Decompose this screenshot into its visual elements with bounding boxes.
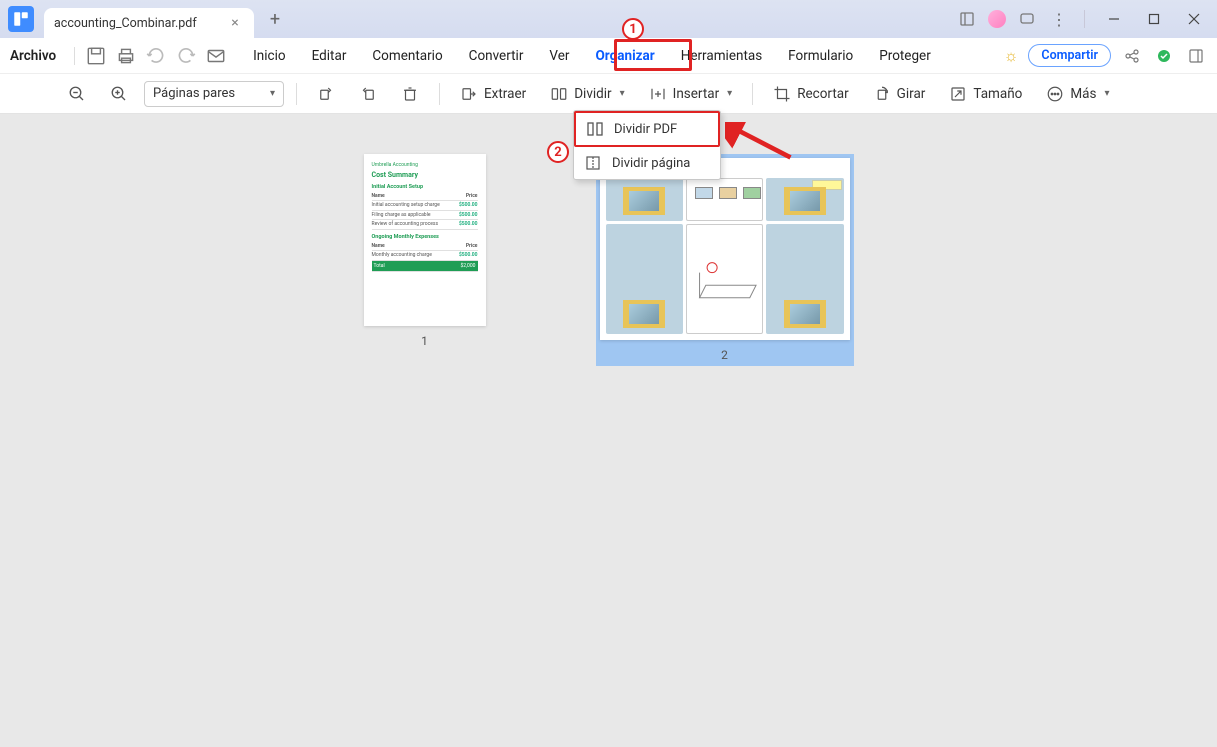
page-number-1: 1 bbox=[421, 334, 428, 348]
panel-icon[interactable] bbox=[956, 8, 978, 30]
size-button[interactable]: Tamaño bbox=[941, 81, 1030, 107]
kebab-icon[interactable]: ⋮ bbox=[1048, 8, 1070, 30]
minimize-button[interactable] bbox=[1099, 5, 1129, 33]
chat-icon[interactable] bbox=[1016, 8, 1038, 30]
rotate-left-button[interactable] bbox=[309, 81, 343, 107]
close-window-button[interactable] bbox=[1179, 5, 1209, 33]
more-button[interactable]: Más▾ bbox=[1038, 81, 1117, 107]
avatar-icon[interactable] bbox=[988, 10, 1006, 28]
annotation-arrow bbox=[725, 122, 800, 168]
annotation-badge-2: 2 bbox=[547, 141, 569, 163]
split-button[interactable]: Dividir▾ bbox=[542, 81, 632, 107]
split-dropdown: Dividir PDF Dividir página 2 bbox=[573, 110, 721, 180]
zoom-out-button[interactable] bbox=[60, 81, 94, 107]
dropdown-item-split-pdf[interactable]: Dividir PDF bbox=[574, 111, 720, 147]
dropdown-item-split-page[interactable]: Dividir página bbox=[574, 147, 720, 179]
menu-comentario[interactable]: Comentario bbox=[368, 46, 446, 66]
undo-icon[interactable] bbox=[145, 45, 167, 67]
print-icon[interactable] bbox=[115, 45, 137, 67]
menu-file[interactable]: Archivo bbox=[10, 48, 56, 64]
zoom-in-button[interactable] bbox=[102, 81, 136, 107]
titlebar: accounting_Combinar.pdf × + ⋮ bbox=[0, 0, 1217, 38]
crop-button[interactable]: Recortar bbox=[765, 81, 856, 107]
rotate-right-button[interactable] bbox=[351, 81, 385, 107]
menu-convertir[interactable]: Convertir bbox=[465, 46, 528, 66]
share-button[interactable]: Compartir bbox=[1028, 44, 1111, 67]
menu-inicio[interactable]: Inicio bbox=[249, 46, 289, 66]
extract-button[interactable]: Extraer bbox=[452, 81, 534, 107]
tab-close-icon[interactable]: × bbox=[226, 14, 244, 32]
redo-icon[interactable] bbox=[175, 45, 197, 67]
chevron-down-icon: ▾ bbox=[1105, 88, 1110, 99]
annotation-badge-1: 1 bbox=[622, 18, 644, 40]
panel-right-icon[interactable] bbox=[1185, 45, 1207, 67]
chevron-down-icon: ▾ bbox=[620, 88, 625, 99]
toolbar: Páginas pares ▾ Extraer Dividir▾ Inserta… bbox=[0, 74, 1217, 114]
menu-editar[interactable]: Editar bbox=[308, 46, 351, 66]
tab-title: accounting_Combinar.pdf bbox=[54, 16, 197, 31]
rotate-button[interactable]: Girar bbox=[865, 81, 934, 107]
page-thumbnail-2-selected[interactable]: THE SEA HOUSE 2 bbox=[596, 154, 854, 366]
page-filter-select[interactable]: Páginas pares ▾ bbox=[144, 81, 284, 107]
new-tab-button[interactable]: + bbox=[262, 6, 288, 32]
app-logo-icon bbox=[8, 6, 34, 32]
delete-button[interactable] bbox=[393, 81, 427, 107]
page-preview-canvas: Umbrella Accounting Cost Summary Initial… bbox=[0, 114, 1217, 747]
link-icon[interactable] bbox=[1121, 45, 1143, 67]
bulb-icon[interactable]: ☼ bbox=[1004, 46, 1019, 66]
chevron-down-icon: ▾ bbox=[727, 88, 732, 99]
menu-proteger[interactable]: Proteger bbox=[875, 46, 935, 66]
mail-icon[interactable] bbox=[205, 45, 227, 67]
menubar: Archivo Inicio Editar Comentario Convert… bbox=[0, 38, 1217, 74]
menu-ver[interactable]: Ver bbox=[545, 46, 573, 66]
menu-formulario[interactable]: Formulario bbox=[784, 46, 857, 66]
page-number-2: 2 bbox=[721, 348, 728, 362]
split-page-icon bbox=[584, 154, 602, 172]
save-icon[interactable] bbox=[85, 45, 107, 67]
chevron-down-icon: ▾ bbox=[270, 88, 275, 99]
insert-button[interactable]: Insertar▾ bbox=[641, 81, 741, 107]
cloud-check-icon[interactable] bbox=[1153, 45, 1175, 67]
maximize-button[interactable] bbox=[1139, 5, 1169, 33]
annotation-highlight-1 bbox=[614, 39, 692, 71]
split-pdf-icon bbox=[586, 120, 604, 138]
page-thumbnail-1[interactable]: Umbrella Accounting Cost Summary Initial… bbox=[364, 154, 486, 348]
tab-document[interactable]: accounting_Combinar.pdf × bbox=[44, 8, 254, 38]
